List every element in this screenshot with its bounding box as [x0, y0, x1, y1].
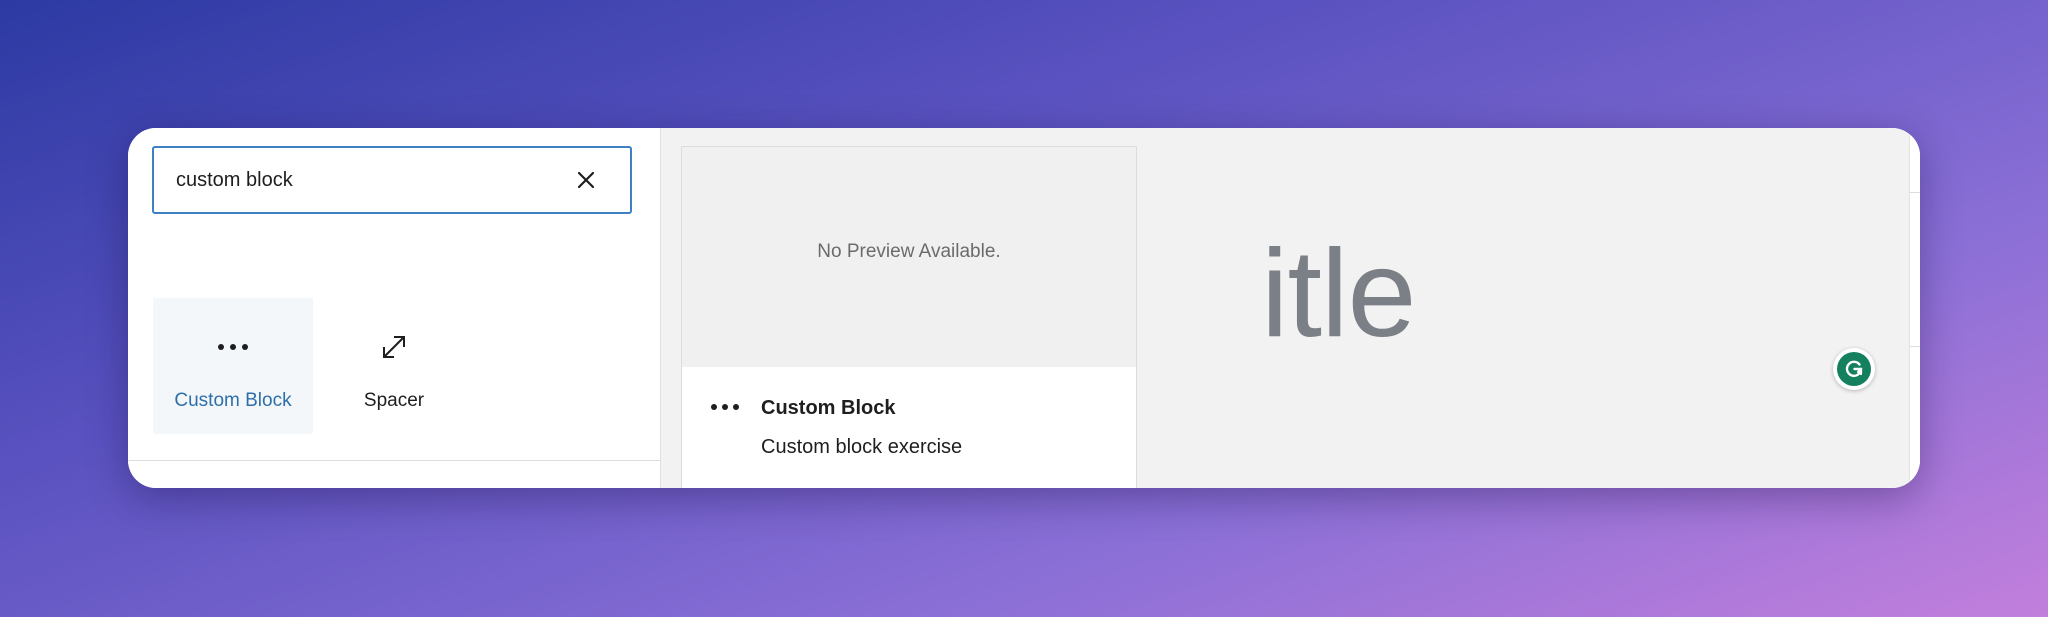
- grammarly-icon: [1837, 352, 1871, 386]
- grammarly-button[interactable]: [1833, 348, 1875, 390]
- editor-scroll-edge: [1909, 128, 1920, 488]
- close-icon: [577, 171, 595, 189]
- no-preview-text: No Preview Available.: [817, 241, 1001, 262]
- more-horizontal-icon: [708, 397, 742, 417]
- more-horizontal-icon: [153, 332, 313, 362]
- block-preview-card: No Preview Available. Custom Block Custo…: [681, 146, 1137, 488]
- block-item-spacer[interactable]: Spacer: [314, 298, 474, 434]
- block-item-label: Custom Block: [174, 390, 292, 411]
- block-item-custom-block[interactable]: Custom Block: [153, 298, 313, 434]
- block-preview-area: No Preview Available.: [682, 147, 1136, 367]
- block-search-input[interactable]: [154, 150, 556, 210]
- block-item-label: Spacer: [363, 390, 425, 411]
- editor-window: Custom Block Spacer itle: [128, 128, 1920, 488]
- block-inserter-panel: Custom Block Spacer: [128, 128, 661, 488]
- post-title-fragment[interactable]: itle: [1261, 232, 1417, 356]
- preview-block-title: Custom Block: [761, 397, 896, 419]
- preview-block-description: Custom block exercise: [761, 436, 963, 458]
- block-search-field[interactable]: [152, 146, 632, 214]
- clear-search-button[interactable]: [572, 166, 600, 194]
- resize-diagonal-icon: [314, 332, 474, 362]
- panel-divider: [128, 460, 660, 461]
